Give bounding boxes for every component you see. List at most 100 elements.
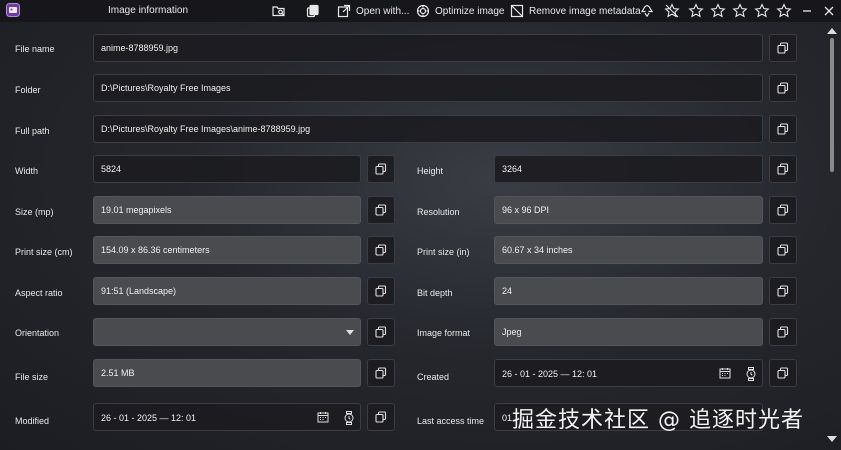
star-5-icon[interactable] xyxy=(776,3,792,22)
file-name-field[interactable]: anime-8788959.jpg xyxy=(93,34,763,62)
dropdown-arrow-icon xyxy=(346,330,354,335)
watermark-text: 掘金技术社区 @ 追逐时光者 xyxy=(512,408,804,433)
scroll-down-icon[interactable] xyxy=(827,436,837,442)
copy-icon xyxy=(375,411,387,423)
copy-icon xyxy=(777,123,789,135)
image-remove-icon xyxy=(510,4,524,18)
orientation-label: Orientation xyxy=(15,328,60,338)
copy-height-button[interactable] xyxy=(769,155,797,183)
file-size-field: 2.51 MB xyxy=(93,359,361,387)
open-with-button[interactable]: Open with... xyxy=(337,0,409,22)
orientation-dropdown[interactable] xyxy=(93,318,361,346)
aspect-ratio-label: Aspect ratio xyxy=(15,288,63,298)
calendar-icon[interactable] xyxy=(317,411,329,423)
watch-icon[interactable] xyxy=(343,411,355,425)
copy-created-button[interactable] xyxy=(769,359,797,387)
copy-icon xyxy=(375,244,387,256)
open-with-label: Open with... xyxy=(356,5,410,17)
copy-full-path-button[interactable] xyxy=(769,115,797,143)
close-icon xyxy=(824,6,834,16)
width-label: Width xyxy=(15,166,39,176)
copy-icon xyxy=(777,204,789,216)
copy-file-name-button[interactable] xyxy=(769,34,797,62)
size-mp-field: 19.01 megapixels xyxy=(93,196,361,224)
browse-folder-button[interactable] xyxy=(272,0,286,22)
external-link-icon xyxy=(337,4,351,18)
width-field[interactable]: 5824 xyxy=(93,155,361,183)
watch-icon[interactable] xyxy=(745,367,757,381)
resolution-field: 96 x 96 DPI xyxy=(494,196,763,224)
image-format-field: Jpeg xyxy=(494,318,763,346)
copy-icon xyxy=(375,204,387,216)
star-1-icon[interactable] xyxy=(688,3,704,22)
scroll-thumb[interactable] xyxy=(830,38,834,172)
copy-modified-button[interactable] xyxy=(367,403,395,431)
full-path-field[interactable]: D:\Pictures\Royalty Free Images\anime-87… xyxy=(93,115,763,143)
copy-bit-depth-button[interactable] xyxy=(769,277,797,305)
copy-image-format-button[interactable] xyxy=(769,318,797,346)
recycle-icon xyxy=(640,4,654,17)
vertical-scrollbar[interactable] xyxy=(823,22,841,450)
scroll-up-icon[interactable] xyxy=(827,28,837,34)
copy-print-size-cm-button[interactable] xyxy=(367,236,395,264)
created-value: 26 - 01 - 2025 — 12: 01 xyxy=(502,369,598,379)
optimize-image-button[interactable]: Optimize image xyxy=(416,0,504,22)
bit-depth-field: 24 xyxy=(494,277,763,305)
created-datetime-picker[interactable]: 26 - 01 - 2025 — 12: 01 xyxy=(494,359,763,387)
copy-resolution-button[interactable] xyxy=(769,196,797,224)
created-label: Created xyxy=(417,372,450,382)
copy-icon xyxy=(777,42,789,54)
copy-orientation-button[interactable] xyxy=(367,318,395,346)
copy-icon xyxy=(777,326,789,338)
close-button[interactable] xyxy=(824,0,834,22)
copy-icon xyxy=(375,326,387,338)
optimize-icon xyxy=(416,4,430,18)
last-access-time-label: Last access time xyxy=(417,416,485,426)
copy-size-mp-button[interactable] xyxy=(367,196,395,224)
minimize-button[interactable] xyxy=(802,0,812,22)
folder-search-icon xyxy=(272,6,285,17)
copy-all-button[interactable] xyxy=(306,0,320,22)
star-4-icon[interactable] xyxy=(754,3,770,22)
bit-depth-label: Bit depth xyxy=(417,288,453,298)
remove-metadata-button[interactable]: Remove image metadata xyxy=(510,0,641,22)
modified-label: Modified xyxy=(15,416,50,426)
copy-file-size-button[interactable] xyxy=(367,359,395,387)
modified-datetime-picker[interactable]: 26 - 01 - 2025 — 12: 01 xyxy=(93,403,361,431)
print-size-in-label: Print size (in) xyxy=(417,247,470,257)
copy-width-button[interactable] xyxy=(367,155,395,183)
copy-icon xyxy=(375,367,387,379)
folder-label: Folder xyxy=(15,85,41,95)
copy-print-size-in-button[interactable] xyxy=(769,236,797,264)
height-field[interactable]: 3264 xyxy=(494,155,763,183)
copy-aspect-ratio-button[interactable] xyxy=(367,277,395,305)
print-size-cm-label: Print size (cm) xyxy=(15,247,73,257)
file-size-label: File size xyxy=(15,372,49,382)
calendar-icon[interactable] xyxy=(719,367,731,379)
image-format-label: Image format xyxy=(417,328,471,338)
copy-icon xyxy=(375,285,387,297)
window-title: Image information xyxy=(108,5,189,16)
copy-icon xyxy=(777,82,789,94)
minimize-icon xyxy=(803,10,811,12)
copy-icon xyxy=(306,4,319,18)
app-logo-icon xyxy=(6,3,20,17)
file-name-label: File name xyxy=(15,44,55,54)
star-2-icon[interactable] xyxy=(710,3,726,22)
height-label: Height xyxy=(417,166,444,176)
optimize-label: Optimize image xyxy=(435,5,505,17)
remove-metadata-label: Remove image metadata xyxy=(529,5,641,17)
copy-icon xyxy=(777,163,789,175)
copy-icon xyxy=(777,367,789,379)
copy-folder-button[interactable] xyxy=(769,74,797,102)
copy-icon xyxy=(777,285,789,297)
star-clear-icon[interactable] xyxy=(664,3,680,22)
aspect-ratio-field: 91:51 (Landscape) xyxy=(93,277,361,305)
size-mp-label: Size (mp) xyxy=(15,207,54,217)
star-3-icon[interactable] xyxy=(732,3,748,22)
recycle-button[interactable] xyxy=(640,0,654,22)
full-path-label: Full path xyxy=(15,126,50,136)
print-size-cm-field: 154.09 x 86.36 centimeters xyxy=(93,236,361,264)
copy-icon xyxy=(777,244,789,256)
folder-field[interactable]: D:\Pictures\Royalty Free Images xyxy=(93,74,763,102)
